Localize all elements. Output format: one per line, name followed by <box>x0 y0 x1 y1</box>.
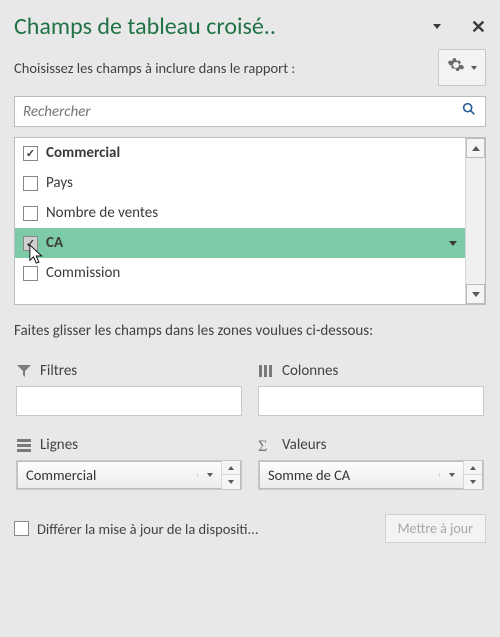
pill-spinner <box>463 461 482 489</box>
search-icon[interactable] <box>461 101 477 122</box>
zone-filters: Filtres <box>14 352 250 426</box>
pill-dropdown[interactable] <box>197 473 221 477</box>
choose-fields-label: Choisissez les champs à inclure dans le … <box>14 59 438 77</box>
field-checkbox[interactable] <box>23 236 38 251</box>
zone-title: Valeurs <box>282 436 327 454</box>
spin-up[interactable] <box>222 461 240 475</box>
drag-instruction-label: Faites glisser les champs dans les zones… <box>14 321 486 342</box>
zone-title: Filtres <box>40 362 77 380</box>
field-list: Commercial Pays Nombre de ventes CA Comm… <box>14 137 486 305</box>
values-pill-somme-ca[interactable]: Somme de CA <box>259 461 483 489</box>
chevron-up-icon <box>228 466 234 470</box>
filter-icon <box>16 364 32 378</box>
filters-drop-well[interactable] <box>16 386 242 416</box>
chevron-up-icon <box>472 146 480 151</box>
field-label: Commercial <box>46 144 120 162</box>
scroll-track[interactable] <box>466 158 485 284</box>
gear-icon <box>447 56 465 79</box>
rows-drop-well[interactable]: Commercial <box>16 460 242 490</box>
footer-row: Différer la mise à jour de la dispositi.… <box>14 514 486 543</box>
spin-down[interactable] <box>222 475 240 489</box>
field-dropdown-icon[interactable] <box>449 241 457 246</box>
field-row-commission[interactable]: Commission <box>15 258 465 288</box>
field-label: CA <box>46 234 63 252</box>
pill-dropdown[interactable] <box>439 473 463 477</box>
scroll-up-button[interactable] <box>466 138 485 158</box>
chevron-down-icon <box>449 473 455 477</box>
drop-zones: Filtres Colonnes Lignes Commercial <box>14 352 486 500</box>
field-label: Pays <box>46 174 73 192</box>
field-row-nombre-de-ventes[interactable]: Nombre de ventes <box>15 198 465 228</box>
chevron-down-icon <box>207 473 213 477</box>
zone-title: Colonnes <box>282 362 338 380</box>
search-input[interactable] <box>23 103 461 121</box>
defer-checkbox[interactable] <box>14 521 29 536</box>
columns-drop-well[interactable] <box>258 386 484 416</box>
pane-title: Champs de tableau croisé.. <box>14 12 419 41</box>
pill-spinner <box>221 461 240 489</box>
close-icon[interactable]: ✕ <box>471 16 486 38</box>
field-label: Nombre de ventes <box>46 204 158 222</box>
update-button[interactable]: Mettre à jour <box>385 514 486 543</box>
pill-label: Commercial <box>18 466 197 484</box>
chevron-down-icon <box>228 480 234 484</box>
title-dropdown-icon[interactable] <box>433 24 441 29</box>
chevron-down-icon <box>471 66 477 70</box>
zone-values: Σ Valeurs Somme de CA <box>250 426 486 500</box>
values-drop-well[interactable]: Somme de CA <box>258 460 484 490</box>
spin-up[interactable] <box>464 461 482 475</box>
pill-label: Somme de CA <box>260 466 439 484</box>
field-list-scrollbar[interactable] <box>465 138 485 304</box>
zone-title: Lignes <box>40 436 78 454</box>
columns-icon <box>258 364 274 378</box>
field-row-commercial[interactable]: Commercial <box>15 138 465 168</box>
field-checkbox[interactable] <box>23 176 38 191</box>
scroll-down-button[interactable] <box>466 284 485 304</box>
instruction-row: Choisissez les champs à inclure dans le … <box>14 49 486 86</box>
zone-rows: Lignes Commercial <box>14 426 250 500</box>
field-row-ca[interactable]: CA <box>15 228 465 258</box>
zone-columns: Colonnes <box>250 352 486 426</box>
defer-label: Différer la mise à jour de la dispositi.… <box>37 520 377 538</box>
rows-icon <box>16 438 32 452</box>
field-label: Commission <box>46 264 120 282</box>
chevron-down-icon <box>470 480 476 484</box>
field-checkbox[interactable] <box>23 146 38 161</box>
field-row-pays[interactable]: Pays <box>15 168 465 198</box>
chevron-up-icon <box>470 466 476 470</box>
rows-pill-commercial[interactable]: Commercial <box>17 461 241 489</box>
tools-button[interactable] <box>438 49 486 86</box>
search-box[interactable] <box>14 96 486 127</box>
pane-header: Champs de tableau croisé.. ✕ <box>14 12 486 41</box>
sigma-icon: Σ <box>258 438 274 452</box>
field-checkbox[interactable] <box>23 206 38 221</box>
field-checkbox[interactable] <box>23 266 38 281</box>
chevron-down-icon <box>472 292 480 297</box>
spin-down[interactable] <box>464 475 482 489</box>
